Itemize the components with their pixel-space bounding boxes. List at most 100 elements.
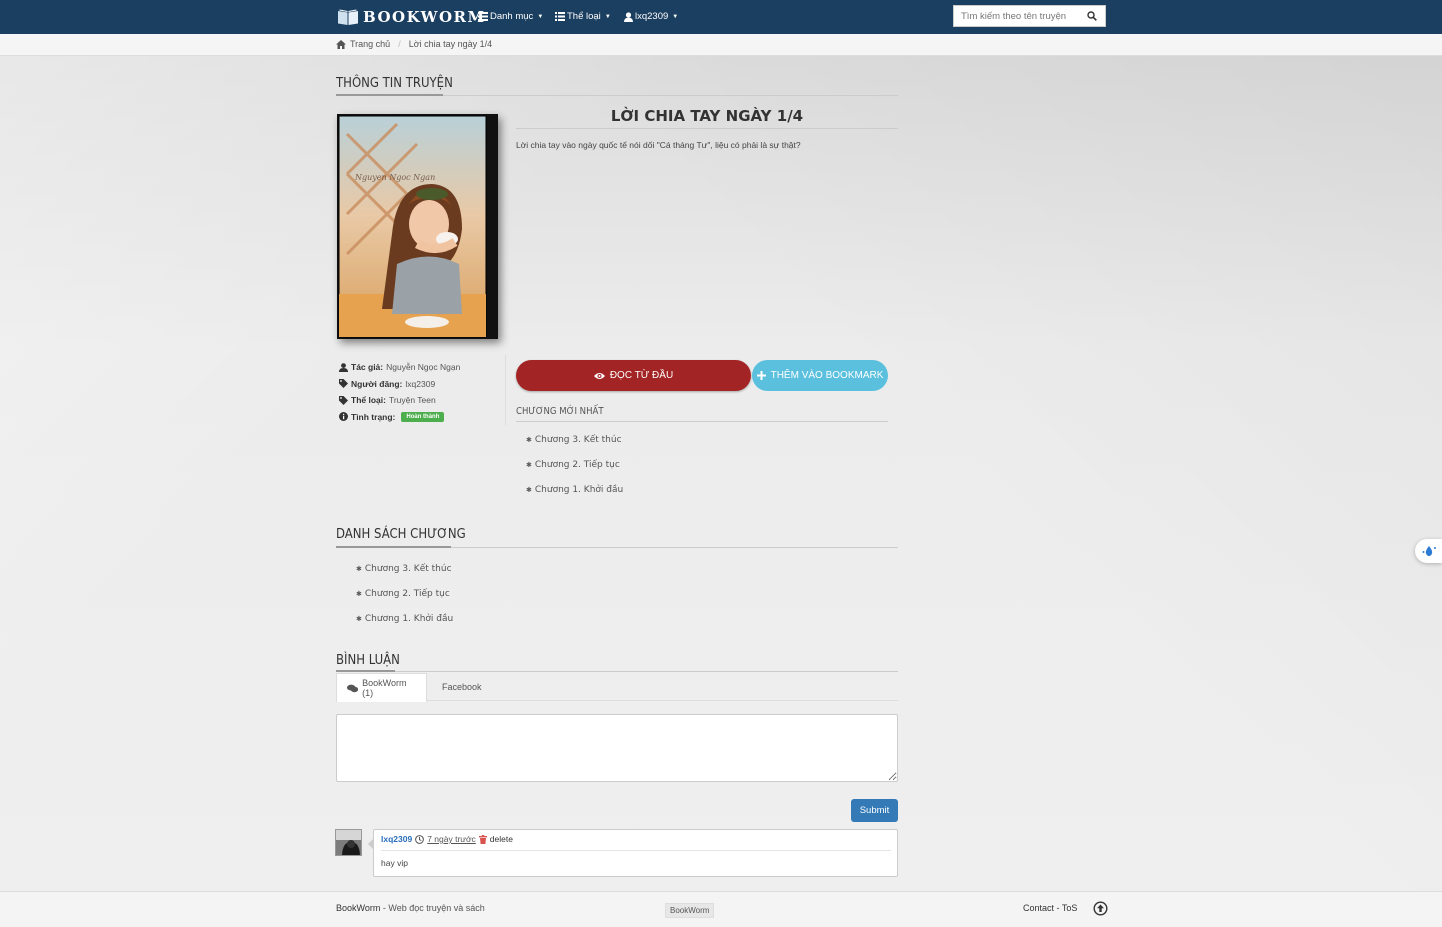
info-poster-label: Người đăng: [351,378,403,389]
story-description: Lời chia tay vào ngày quốc tế nói dối "C… [516,140,801,150]
comment-timestamp: 7 ngày trước [427,834,476,844]
divider [381,850,891,851]
cover-script-text: Nguyen Ngoc Ngan [354,173,435,182]
nav-user-label: lxq2309 [635,11,669,22]
footer-brand-name: BookWorm [336,903,381,913]
avatar-image [336,830,361,855]
info-genre: Thể loại: Truyện Teen [339,392,460,409]
latest-chapters-heading: CHƯƠNG MỚI NHẤT [516,406,604,417]
latest-chapter-label: Chương 2. Tiếp tục [534,460,620,470]
tag-icon [339,379,348,389]
breadcrumb-home[interactable]: Trang chủ [350,39,390,49]
arrow-up-circle-icon[interactable] [1093,901,1108,916]
bullet-icon: ✱ [356,615,362,623]
search-icon [1087,11,1097,21]
add-bookmark-button[interactable]: THÊM VÀO BOOKMARK [752,360,888,391]
story-info-heading: THÔNG TIN TRUYỆN [336,76,453,91]
eye-icon [593,372,605,379]
tab-facebook-label: Facebook [442,682,482,692]
bullet-icon: ✱ [356,565,362,573]
book-cover-image: Nguyen Ngoc Ngan [337,114,498,339]
info-author: Tác giả: Nguyễn Ngọc Ngạn [339,359,460,376]
footer-tagline: - Web đọc truyện và sách [380,903,485,913]
list-icon [555,12,565,21]
nav-categories-label: Danh mục [490,11,534,22]
breadcrumb-current: Lời chia tay ngày 1/4 [408,39,493,49]
user-icon [624,11,633,22]
latest-chapter-link[interactable]: ✱ Chương 3. Kết thúc [526,435,622,445]
search-form [953,5,1106,27]
water-drop-icon [1422,546,1436,556]
chapter-label: Chương 2. Tiếp tục [364,589,450,599]
chapter-label: Chương 1. Khởi đầu [364,614,454,624]
trash-icon [478,834,487,844]
read-from-start-button[interactable]: ĐỌC TỪ ĐẦU [516,360,751,391]
nav-genres[interactable]: Thể loại ▼ [555,11,611,22]
home-icon [336,39,346,49]
breadcrumb: Trang chủ / Lời chia tay ngày 1/4 [336,39,492,49]
story-info-list: Tác giả: Nguyễn Ngọc Ngạn Người đăng: lx… [339,359,460,425]
breadcrumb-bar: Trang chủ / Lời chia tay ngày 1/4 [0,34,1442,56]
comment-textarea[interactable] [336,714,898,782]
chapter-label: Chương 3. Kết thúc [364,564,452,574]
chapter-list-heading: DANH SÁCH CHƯƠNG [336,527,466,542]
info-status-label: Tình trạng: [351,411,396,422]
brand-logo[interactable]: BOOKWORM [337,6,486,28]
nav-genres-label: Thể loại [567,11,601,22]
comment-item: lxq2309 7 ngày trước delete hay vip [368,829,898,877]
divider [516,128,898,129]
search-input[interactable] [954,10,1079,22]
status-badge: Hoàn thành [401,411,445,422]
latest-chapter-label: Chương 3. Kết thúc [534,435,622,445]
footer-badge: BookWorm [665,903,715,918]
info-genre-value[interactable]: Truyện Teen [389,395,436,405]
latest-chapter-label: Chương 1. Khởi đầu [534,485,624,495]
submit-comment-button[interactable]: Submit [851,799,898,822]
clock-icon [415,834,425,844]
heading-underline [336,546,451,548]
caret-down-icon: ▼ [537,13,544,20]
tab-bookworm-label: BookWorm (1) [362,678,407,698]
search-button[interactable] [1079,6,1105,26]
latest-chapter-link[interactable]: ✱ Chương 1. Khởi đầu [526,485,623,495]
comment-tabs: BookWorm (1) Facebook [336,673,898,702]
bullet-icon: ✱ [526,436,532,444]
divider [516,421,888,422]
tab-bookworm-comments[interactable]: BookWorm (1) [336,673,427,702]
comment-delete-link[interactable]: delete [490,834,513,844]
footer-links[interactable]: Contact - ToS [1023,903,1077,913]
comments-icon [347,684,359,692]
nav-categories[interactable]: Danh mục ▼ [478,11,543,22]
chapter-link[interactable]: ✱ Chương 3. Kết thúc [356,564,452,574]
nav-user-menu[interactable]: lxq2309 ▼ [624,11,678,22]
info-author-value: Nguyễn Ngọc Ngạn [386,362,461,373]
read-button-label: ĐỌC TỪ ĐẦU [609,370,674,381]
info-circle-icon [339,412,348,422]
story-title: LỜI CHIA TAY NGÀY 1/4 [610,107,804,125]
info-poster-value: lxq2309 [405,378,436,389]
open-book-icon [338,9,358,25]
breadcrumb-separator: / [398,39,401,49]
heading-underline [336,670,395,672]
comment-header: lxq2309 7 ngày trước delete [381,834,513,844]
cover-artwork: Nguyen Ngoc Ngan [337,114,498,339]
chapter-link[interactable]: ✱ Chương 2. Tiếp tục [356,589,450,599]
floating-widget-button[interactable] [1415,539,1442,563]
column-divider [505,355,506,425]
bookmark-button-label: THÊM VÀO BOOKMARK [770,370,884,381]
comment-username[interactable]: lxq2309 [381,834,412,844]
info-author-label: Tác giả: [351,362,384,373]
heading-underline [336,94,443,96]
divider [336,671,898,672]
top-navbar: BOOKWORM Danh mục ▼ Thể loại ▼ lxq2309 ▼ [0,0,1442,34]
tab-facebook-comments[interactable]: Facebook [432,673,492,701]
caret-down-icon: ▼ [672,13,679,20]
brand-name: BOOKWORM [363,8,486,26]
latest-chapter-link[interactable]: ✱ Chương 2. Tiếp tục [526,460,620,470]
page-footer: BookWorm - Web đọc truyện và sách BookWo… [0,891,1442,927]
chapter-link[interactable]: ✱ Chương 1. Khởi đầu [356,614,453,624]
info-status: Tình trạng: Hoàn thành [339,409,460,426]
avatar [335,829,362,856]
comment-text: hay vip [381,858,408,868]
bullet-icon: ✱ [526,461,532,469]
